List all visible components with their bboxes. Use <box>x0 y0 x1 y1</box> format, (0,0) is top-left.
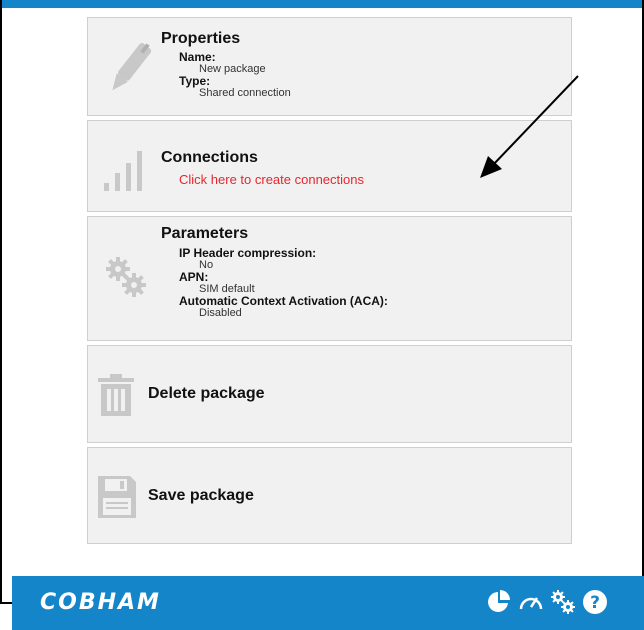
speedometer-icon[interactable] <box>518 589 544 615</box>
save-package-button[interactable]: Save package <box>87 447 572 544</box>
aca-label: Automatic Context Activation (ACA): <box>179 294 388 308</box>
signal-bars-icon <box>104 151 142 191</box>
cobham-logo: COBHAM <box>40 590 161 615</box>
footer-bar: COBHAM ? <box>12 576 644 630</box>
parameters-title: Parameters <box>161 225 249 242</box>
ip-header-compression-label: IP Header compression: <box>179 246 317 260</box>
name-label: Name: <box>179 50 216 64</box>
pen-icon <box>112 43 152 91</box>
properties-title: Properties <box>161 30 241 47</box>
annotation-arrow <box>480 75 579 178</box>
gears-icon[interactable] <box>550 589 576 615</box>
delete-package-button[interactable]: Delete package <box>87 345 572 443</box>
floppy-disk-icon <box>98 476 136 518</box>
aca-value: Disabled <box>199 307 242 319</box>
apn-label: APN: <box>179 270 209 284</box>
create-connections-link[interactable]: Click here to create connections <box>179 172 364 187</box>
gears-icon <box>106 257 146 297</box>
type-label: Type: <box>179 74 211 88</box>
ip-header-compression-value: No <box>199 259 214 271</box>
svg-text:?: ? <box>590 593 600 613</box>
pie-chart-icon[interactable] <box>486 589 512 615</box>
connections-title: Connections <box>161 149 258 166</box>
parameters-panel[interactable]: Parameters IP Header compression: No APN… <box>87 216 572 341</box>
trash-icon <box>98 374 134 416</box>
type-value: Shared connection <box>199 87 291 99</box>
help-icon[interactable]: ? <box>582 589 608 615</box>
delete-package-label: Delete package <box>148 385 265 402</box>
save-package-label: Save package <box>148 487 254 504</box>
